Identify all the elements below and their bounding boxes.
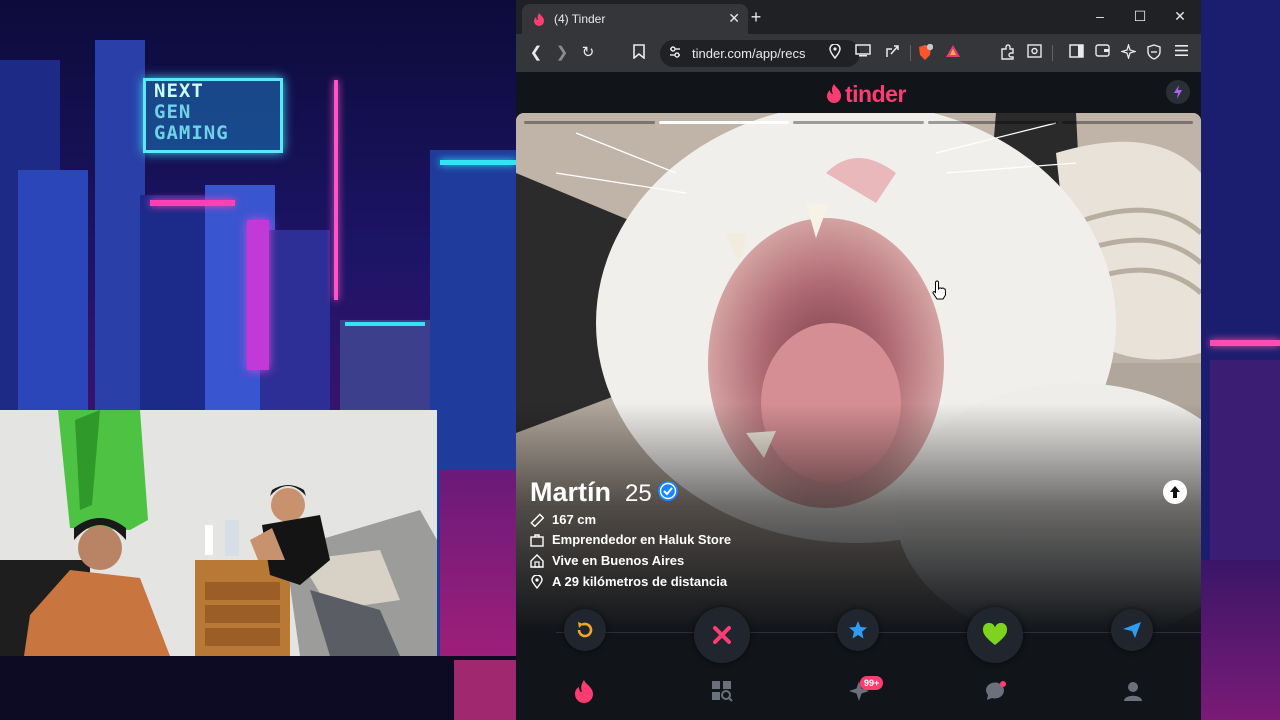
pin-icon xyxy=(531,574,543,589)
detail-height: 167 cm xyxy=(530,512,596,527)
tinder-flame-icon xyxy=(827,84,841,103)
forward-icon[interactable]: ❯ xyxy=(552,44,572,62)
wallet-icon[interactable] xyxy=(1092,44,1112,62)
close-window-button[interactable]: ✕ xyxy=(1170,8,1190,25)
photo-indicator[interactable] xyxy=(524,121,655,124)
neon-strip xyxy=(1210,340,1280,346)
reload-icon[interactable]: ↻ xyxy=(578,44,598,62)
bookmark-icon[interactable] xyxy=(629,44,649,64)
detail-city: Vive en Buenos Aires xyxy=(530,553,684,568)
nav-swipe[interactable] xyxy=(571,679,597,703)
tinder-wordmark: tinder xyxy=(845,80,906,107)
profile-card[interactable]: Martín 25 167 cm Emprendedor en Haluk St… xyxy=(516,113,1201,633)
browser-window: (4) Tinder ✕ + – ☐ ✕ ❮ ❯ ↻ tinder.com/ap… xyxy=(516,0,1201,720)
extensions-icon[interactable] xyxy=(998,44,1018,65)
webcam-feed xyxy=(0,410,437,656)
profile-age: 25 xyxy=(625,480,652,507)
tab-close-icon[interactable]: ✕ xyxy=(728,10,740,27)
like-icon xyxy=(982,623,1008,645)
sidebar-icon[interactable] xyxy=(1066,44,1086,63)
sign-line: GAMING xyxy=(154,122,229,144)
likes-count-badge: 99+ xyxy=(860,676,884,690)
next-gen-gaming-sign: NEXT GEN GAMING xyxy=(143,78,283,153)
browser-toolbar: ❮ ❯ ↻ tinder.com/app/recs xyxy=(516,34,1201,72)
detail-job: Emprendedor en Haluk Store xyxy=(530,532,731,547)
chat-icon xyxy=(986,681,1006,700)
tab-tinder[interactable]: (4) Tinder ✕ xyxy=(522,4,748,34)
arrow-up-icon xyxy=(1170,486,1180,498)
boost-button[interactable] xyxy=(1166,80,1190,104)
detail-distance: A 29 kilómetros de distancia xyxy=(530,574,727,589)
neon-strip xyxy=(150,200,235,206)
detail-text: Emprendedor en Haluk Store xyxy=(552,532,732,547)
card-gradient xyxy=(516,403,1201,633)
minimize-button[interactable]: – xyxy=(1090,8,1110,24)
cast-icon[interactable] xyxy=(853,44,873,62)
verified-badge-icon xyxy=(658,481,678,501)
location-icon[interactable] xyxy=(825,43,845,64)
rewind-button[interactable] xyxy=(564,609,606,651)
like-button[interactable] xyxy=(967,607,1023,663)
super-like-icon xyxy=(849,621,867,639)
sign-line: GEN xyxy=(154,101,192,123)
photo-indicator[interactable] xyxy=(793,121,924,124)
nav-explore[interactable] xyxy=(709,679,735,703)
flame-icon xyxy=(575,680,593,703)
site-info-icon[interactable] xyxy=(668,45,682,59)
neon-strip xyxy=(0,656,516,720)
home-icon xyxy=(530,553,544,568)
detail-text: Vive en Buenos Aires xyxy=(552,553,685,568)
new-tab-button[interactable]: + xyxy=(746,7,766,28)
sign-line: NEXT xyxy=(154,80,204,102)
screenshot-icon[interactable] xyxy=(1024,44,1044,63)
nope-button[interactable] xyxy=(694,607,750,663)
webcam-scene xyxy=(0,410,437,656)
neon-strip xyxy=(334,80,338,300)
boost-send-icon xyxy=(1123,622,1141,638)
neon-strip xyxy=(1201,560,1280,720)
url-text: tinder.com/app/recs xyxy=(692,46,806,61)
rewind-icon xyxy=(577,622,593,638)
toolbar-separator xyxy=(1052,45,1053,61)
hand-cursor-icon xyxy=(932,280,946,300)
ruler-icon xyxy=(530,512,544,527)
tinder-app: tinder Martín 25 167 cm Emprendedor en H… xyxy=(516,72,1201,720)
super-like-button[interactable] xyxy=(837,609,879,651)
menu-icon[interactable] xyxy=(1171,44,1191,62)
tinder-favicon-icon xyxy=(534,13,544,26)
share-icon[interactable] xyxy=(882,44,902,64)
lightning-icon xyxy=(1174,85,1182,99)
open-profile-button[interactable] xyxy=(1163,480,1187,504)
photo-progress-bars xyxy=(524,121,1193,125)
maximize-button[interactable]: ☐ xyxy=(1130,8,1150,25)
boost-send-button[interactable] xyxy=(1111,609,1153,651)
nope-icon xyxy=(713,626,731,644)
neon-strip xyxy=(247,220,269,370)
photo-indicator[interactable] xyxy=(927,121,1059,124)
profile-name: Martín xyxy=(530,477,611,507)
nav-profile[interactable] xyxy=(1120,679,1146,703)
brave-shields-icon[interactable] xyxy=(915,43,935,66)
tinder-logo[interactable]: tinder xyxy=(825,81,906,107)
tab-title: (4) Tinder xyxy=(554,12,606,26)
photo-indicator[interactable] xyxy=(1062,121,1193,124)
vpn-icon[interactable] xyxy=(1144,44,1164,65)
toolbar-separator xyxy=(910,45,911,61)
neon-strip xyxy=(440,160,516,165)
briefcase-icon xyxy=(530,533,544,547)
leo-ai-icon[interactable] xyxy=(1118,42,1138,64)
tab-strip: (4) Tinder ✕ + – ☐ ✕ xyxy=(516,0,1201,34)
explore-icon xyxy=(712,681,733,702)
detail-text: A 29 kilómetros de distancia xyxy=(552,574,728,589)
nav-chat[interactable] xyxy=(983,679,1009,703)
profile-icon xyxy=(1124,682,1142,701)
photo-indicator[interactable] xyxy=(658,121,790,124)
neon-strip xyxy=(345,322,425,326)
neon-strip xyxy=(454,660,516,720)
back-icon[interactable]: ❮ xyxy=(526,44,546,62)
brave-rewards-icon[interactable] xyxy=(943,44,963,63)
detail-text: 167 cm xyxy=(552,512,597,527)
